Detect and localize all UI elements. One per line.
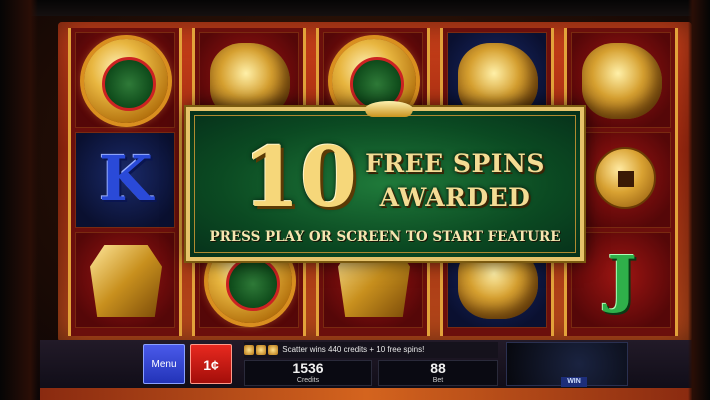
credits-label: Credits xyxy=(296,377,320,384)
bottom-border xyxy=(40,388,692,400)
symbol-gold-box xyxy=(75,232,175,328)
gold-chest-icon xyxy=(90,245,162,317)
scatter-message: Scatter wins 440 credits + 10 free spins… xyxy=(282,345,425,354)
banner-ornament-icon xyxy=(365,101,413,117)
scatter-symbol-icon xyxy=(256,345,266,355)
symbol-dragon xyxy=(571,32,671,128)
coin-icon xyxy=(84,39,168,123)
chinese-coin-icon xyxy=(594,147,656,209)
start-feature-instruction: PRESS PLAY OR SCREEN TO START FEATURE xyxy=(209,229,561,245)
symbol-k: K xyxy=(75,132,175,228)
scatter-symbol-icon xyxy=(244,345,254,355)
scatter-message-bar: Scatter wins 440 credits + 10 free spins… xyxy=(244,342,498,358)
reel-1: K xyxy=(68,28,182,336)
denomination-button[interactable]: 1¢ xyxy=(190,344,232,384)
free-spins-banner[interactable]: 10 FREE SPINS AWARDED PRESS PLAY OR SCRE… xyxy=(186,101,584,261)
bezel-right xyxy=(688,0,710,400)
bet-meter: 88 Bet xyxy=(378,360,498,386)
credits-value: 1536 xyxy=(292,360,324,376)
awarded-title: AWARDED xyxy=(379,183,531,212)
game-screen: K J 10 FREE SPINS AWARDED PRESS PLAY OR … xyxy=(0,0,710,400)
win-meter: WIN xyxy=(506,342,628,387)
bet-value: 88 xyxy=(430,360,446,376)
symbol-small-coin xyxy=(571,132,671,228)
win-label: WIN xyxy=(561,377,587,387)
symbol-j: J xyxy=(571,232,671,328)
bezel-left xyxy=(0,0,38,400)
credits-meter: 1536 Credits xyxy=(244,360,372,386)
scatter-symbol-icon xyxy=(268,345,278,355)
free-spins-count: 10 xyxy=(242,130,358,226)
menu-button[interactable]: Menu xyxy=(143,344,185,384)
free-spins-title: FREE SPINS xyxy=(365,149,545,178)
symbol-coin xyxy=(75,32,175,128)
dragon-icon xyxy=(582,43,662,119)
k-letter: K xyxy=(99,142,153,215)
bet-label: Bet xyxy=(432,377,444,384)
bezel-top xyxy=(0,0,710,16)
j-letter: J xyxy=(607,242,637,315)
